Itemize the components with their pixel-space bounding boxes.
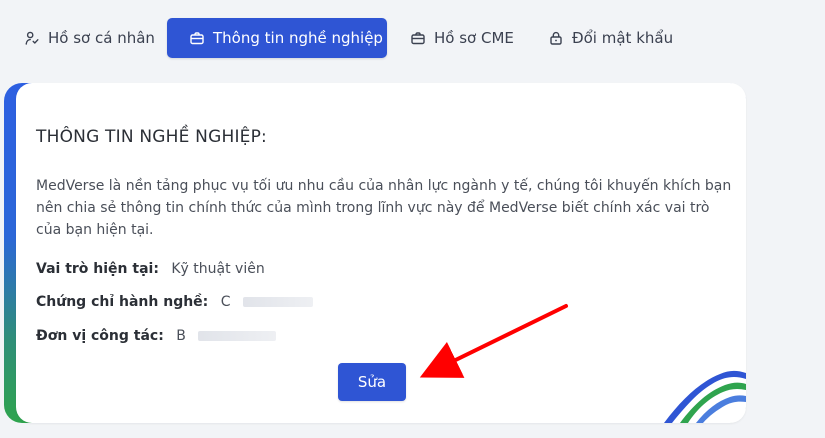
edit-button[interactable]: Sửa [338,363,406,401]
professional-info-card-border: THÔNG TIN NGHỀ NGHIỆP: MedVerse là nền t… [4,83,746,423]
card-title: THÔNG TIN NGHỀ NGHIỆP: [36,127,267,147]
profile-tabs: Hồ sơ cá nhân Thông tin nghề nghiệp Hồ s… [0,0,825,70]
field-label: Chứng chỉ hành nghề: [36,294,209,310]
briefcase-icon [189,30,205,46]
tab-personal-profile[interactable]: Hồ sơ cá nhân [24,18,155,58]
redacted-value [242,297,313,307]
field-workplace: Đơn vị công tác: B [36,328,277,344]
tab-label: Hồ sơ cá nhân [48,29,155,47]
tab-label: Hồ sơ CME [434,29,514,47]
field-value: C [220,294,231,310]
field-value: Kỹ thuật viên [171,261,265,277]
field-value: B [176,328,186,344]
briefcase-icon [410,30,426,46]
professional-info-card: THÔNG TIN NGHỀ NGHIỆP: MedVerse là nền t… [16,83,746,423]
field-practice-certificate: Chứng chỉ hành nghề: C [36,294,313,310]
field-label: Vai trò hiện tại: [36,261,159,277]
user-check-icon [24,30,40,46]
lock-icon [548,30,564,46]
card-description: MedVerse là nền tảng phục vụ tối ưu nhu … [36,178,732,238]
tab-label: Thông tin nghề nghiệp [213,29,383,47]
redacted-value [198,331,277,341]
field-current-role: Vai trò hiện tại: Kỹ thuật viên [36,261,265,277]
tab-professional-info[interactable]: Thông tin nghề nghiệp [167,18,387,58]
tab-change-password[interactable]: Đổi mật khẩu [548,18,673,58]
tab-cme-profile[interactable]: Hồ sơ CME [410,18,514,58]
tab-label: Đổi mật khẩu [572,29,674,47]
field-label: Đơn vị công tác: [36,328,164,344]
decorative-swoosh [664,370,746,423]
